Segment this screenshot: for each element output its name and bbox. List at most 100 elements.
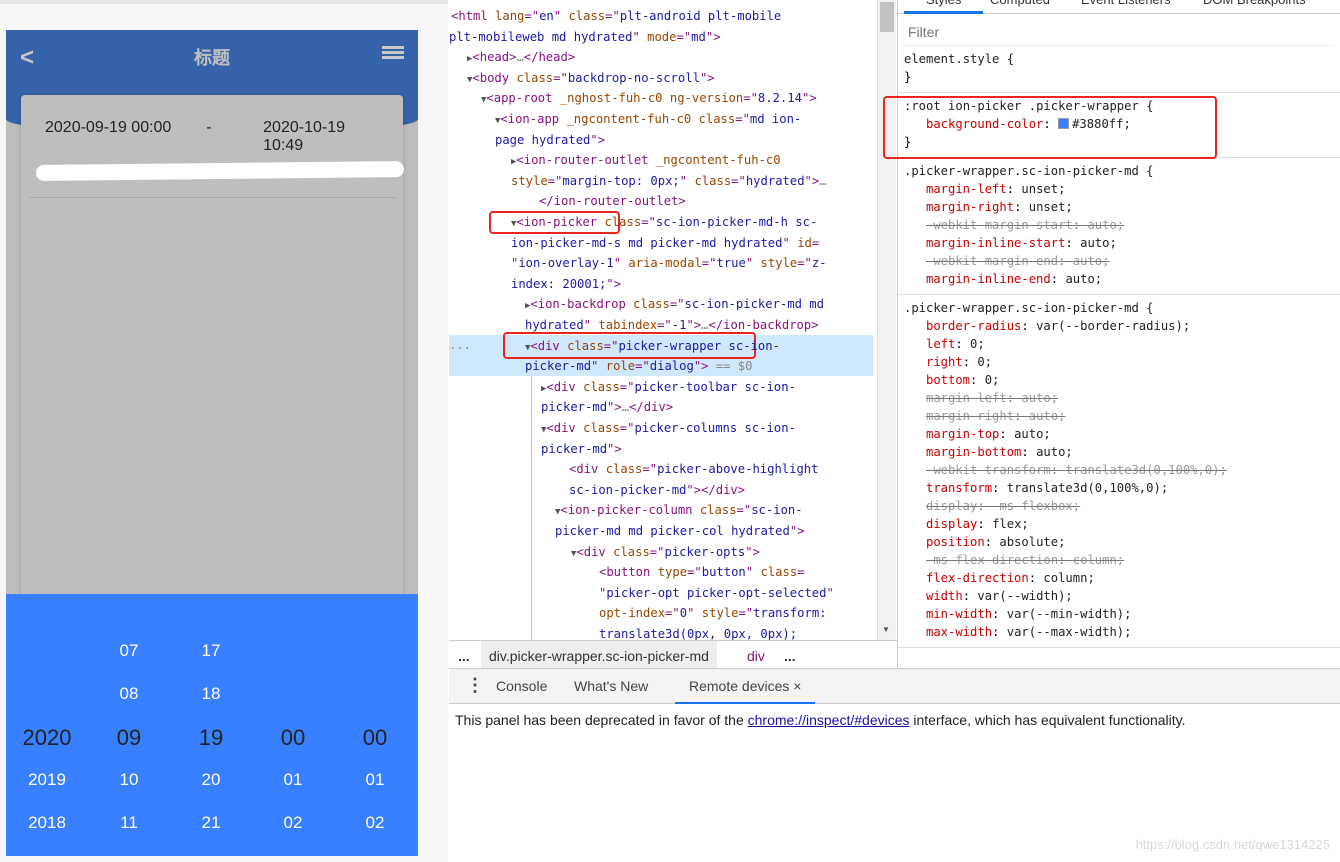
picker-option[interactable]: 02 bbox=[335, 813, 415, 833]
picker-option[interactable]: 17 bbox=[171, 641, 251, 661]
css-declaration[interactable]: margin-left: auto; bbox=[904, 389, 1334, 407]
close-icon[interactable]: × bbox=[793, 678, 801, 694]
dom-line[interactable]: <html lang="en" class="plt-android plt-m… bbox=[451, 6, 781, 26]
css-declaration[interactable]: -ms-flex-direction: column; bbox=[904, 551, 1334, 569]
dom-line[interactable]: ▼<ion-picker-column class="sc-ion- bbox=[555, 500, 803, 520]
node-actions-marker[interactable]: ... bbox=[449, 335, 471, 355]
css-declaration[interactable]: margin-top: auto; bbox=[904, 425, 1334, 443]
tab-remote-devices[interactable]: Remote devices × bbox=[675, 678, 816, 704]
dom-line[interactable]: page hydrated"> bbox=[495, 130, 605, 150]
css-declaration[interactable]: width: var(--width); bbox=[904, 587, 1334, 605]
picker-option[interactable]: 01 bbox=[253, 770, 333, 790]
dom-token: style bbox=[760, 256, 798, 271]
css-selector[interactable]: element.style { bbox=[904, 50, 1334, 68]
picker-option[interactable]: 00 bbox=[253, 725, 333, 751]
breadcrumb-more-end[interactable]: ... bbox=[784, 641, 796, 671]
css-declaration[interactable]: flex-direction: column; bbox=[904, 569, 1334, 587]
start-date[interactable]: 2020-09-19 00:00 bbox=[45, 119, 206, 155]
dom-line[interactable]: ▶<ion-backdrop class="sc-ion-picker-md m… bbox=[525, 294, 824, 314]
css-declaration[interactable]: max-width: var(--max-width); bbox=[904, 623, 1334, 641]
dom-line[interactable]: ▶<ion-router-outlet _ngcontent-fuh-c0 bbox=[511, 150, 781, 170]
dom-line[interactable]: ▼<app-root _nghost-fuh-c0 ng-version="8.… bbox=[481, 88, 817, 108]
picker-option[interactable]: 11 bbox=[89, 813, 169, 833]
dom-line[interactable]: picker-md md picker-col hydrated"> bbox=[555, 521, 805, 541]
css-declaration[interactable]: display: flex; bbox=[904, 515, 1334, 533]
css-declaration[interactable]: margin-bottom: auto; bbox=[904, 443, 1334, 461]
tab-whats-new[interactable]: What's New bbox=[574, 678, 648, 694]
css-declaration[interactable]: position: absolute; bbox=[904, 533, 1334, 551]
dom-line[interactable]: index: 20001;"> bbox=[511, 274, 621, 294]
picker-option[interactable]: 02 bbox=[253, 813, 333, 833]
dom-line[interactable]: ▼<div class="picker-columns sc-ion- bbox=[541, 418, 796, 438]
dom-line[interactable]: picker-md"> bbox=[541, 439, 622, 459]
breadcrumb-more[interactable]: ... bbox=[458, 641, 470, 671]
picker-option[interactable]: 09 bbox=[89, 725, 169, 751]
styles-filter-input[interactable]: Filter bbox=[904, 18, 1334, 46]
css-declaration[interactable]: margin-right: auto; bbox=[904, 407, 1334, 425]
dom-line[interactable]: hydrated" tabindex="-1">…</ion-backdrop> bbox=[525, 315, 819, 335]
dom-line[interactable]: ▼<ion-picker class="sc-ion-picker-md-h s… bbox=[511, 212, 817, 232]
css-declaration[interactable]: margin-right: unset; bbox=[904, 198, 1334, 216]
picker-option[interactable]: 2019 bbox=[7, 770, 87, 790]
dom-line[interactable]: translate3d(0px, 0px, 0px); bbox=[599, 624, 797, 640]
styles-tab[interactable]: Event Listeners bbox=[1081, 0, 1171, 7]
css-declaration[interactable]: -webkit-margin-end: auto; bbox=[904, 252, 1334, 270]
dom-line[interactable]: picker-md" role="dialog"> == $0 bbox=[525, 356, 753, 376]
dom-line[interactable]: ▼<div class="picker-wrapper sc-ion- bbox=[525, 336, 780, 356]
dom-line[interactable]: ▶<div class="picker-toolbar sc-ion- bbox=[541, 377, 796, 397]
picker-option[interactable]: 21 bbox=[171, 813, 251, 833]
breadcrumb-div[interactable]: div bbox=[747, 641, 765, 671]
css-value: column; bbox=[1043, 571, 1095, 585]
css-property: right bbox=[926, 355, 963, 369]
styles-tab[interactable]: Styles bbox=[904, 0, 984, 14]
styles-tab[interactable]: Computed bbox=[990, 0, 1050, 7]
dom-line[interactable]: </ion-router-outlet> bbox=[539, 191, 686, 211]
picker-option[interactable]: 19 bbox=[171, 725, 251, 751]
dom-line[interactable]: picker-md">…</div> bbox=[541, 397, 673, 417]
css-declaration[interactable]: -webkit-margin-start: auto; bbox=[904, 216, 1334, 234]
css-declaration[interactable]: display: -ms-flexbox; bbox=[904, 497, 1334, 515]
css-declaration[interactable]: left: 0; bbox=[904, 335, 1334, 353]
picker-option[interactable]: 2018 bbox=[7, 813, 87, 833]
dom-line[interactable]: ▼<body class="backdrop-no-scroll"> bbox=[467, 68, 715, 88]
inspect-devices-link[interactable]: chrome://inspect/#devices bbox=[748, 712, 910, 728]
css-declaration[interactable]: -webkit-transform: translate3d(0,100%,0)… bbox=[904, 461, 1334, 479]
picker-option[interactable]: 07 bbox=[89, 641, 169, 661]
more-vertical-icon[interactable]: ⋮ bbox=[466, 675, 484, 696]
css-declaration[interactable]: border-radius: var(--border-radius); bbox=[904, 317, 1334, 335]
dom-line[interactable]: ▶<head>…</head> bbox=[467, 47, 575, 67]
css-declaration[interactable]: bottom: 0; bbox=[904, 371, 1334, 389]
dom-line[interactable]: ion-picker-md-s md picker-md hydrated" i… bbox=[511, 233, 819, 253]
picker-option[interactable]: 01 bbox=[335, 770, 415, 790]
dom-line[interactable]: style="margin-top: 0px;" class="hydrated… bbox=[511, 171, 827, 191]
picker-option[interactable]: 2020 bbox=[7, 725, 87, 751]
css-declaration[interactable]: transform: translate3d(0,100%,0); bbox=[904, 479, 1334, 497]
css-declaration[interactable]: margin-left: unset; bbox=[904, 180, 1334, 198]
css-selector[interactable]: .picker-wrapper.sc-ion-picker-md { bbox=[904, 299, 1334, 317]
css-selector[interactable]: .picker-wrapper.sc-ion-picker-md { bbox=[904, 162, 1334, 180]
picker-option[interactable]: 00 bbox=[335, 725, 415, 751]
dom-line[interactable]: ▼<ion-app _ngcontent-fuh-c0 class="md io… bbox=[495, 109, 801, 129]
picker-option[interactable]: 18 bbox=[171, 684, 251, 704]
dom-token: ion-picker-md-s md picker-md hydrated bbox=[511, 235, 783, 250]
dom-line[interactable]: "picker-opt picker-opt-selected" bbox=[599, 583, 834, 603]
css-declaration[interactable]: margin-inline-start: auto; bbox=[904, 234, 1334, 252]
css-declaration[interactable]: margin-inline-end: auto; bbox=[904, 270, 1334, 288]
list-icon[interactable] bbox=[382, 46, 404, 60]
css-declaration[interactable]: min-width: var(--min-width); bbox=[904, 605, 1334, 623]
dom-line[interactable]: ▼<div class="picker-opts"> bbox=[571, 542, 760, 562]
dom-line[interactable]: "ion-overlay-1" aria-modal="true" style=… bbox=[511, 253, 827, 273]
dom-line[interactable]: <div class="picker-above-highlight bbox=[569, 459, 819, 479]
picker-option[interactable]: 20 bbox=[171, 770, 251, 790]
breadcrumb-picker-wrapper[interactable]: div.picker-wrapper.sc-ion-picker-md bbox=[481, 641, 717, 669]
picker-option[interactable]: 10 bbox=[89, 770, 169, 790]
styles-tab[interactable]: DOM Breakpoints bbox=[1203, 0, 1306, 7]
tab-console[interactable]: Console bbox=[496, 678, 547, 694]
dom-line[interactable]: sc-ion-picker-md"></div> bbox=[569, 480, 745, 500]
dom-line[interactable]: plt-mobileweb md hydrated" mode="md"> bbox=[449, 27, 721, 47]
dom-line[interactable]: <button type="button" class= bbox=[599, 562, 805, 582]
dom-line[interactable]: opt-index="0" style="transform: bbox=[599, 603, 827, 623]
picker-option[interactable]: 08 bbox=[89, 684, 169, 704]
end-date[interactable]: 2020-10-19 10:49 bbox=[263, 119, 383, 155]
css-declaration[interactable]: right: 0; bbox=[904, 353, 1334, 371]
